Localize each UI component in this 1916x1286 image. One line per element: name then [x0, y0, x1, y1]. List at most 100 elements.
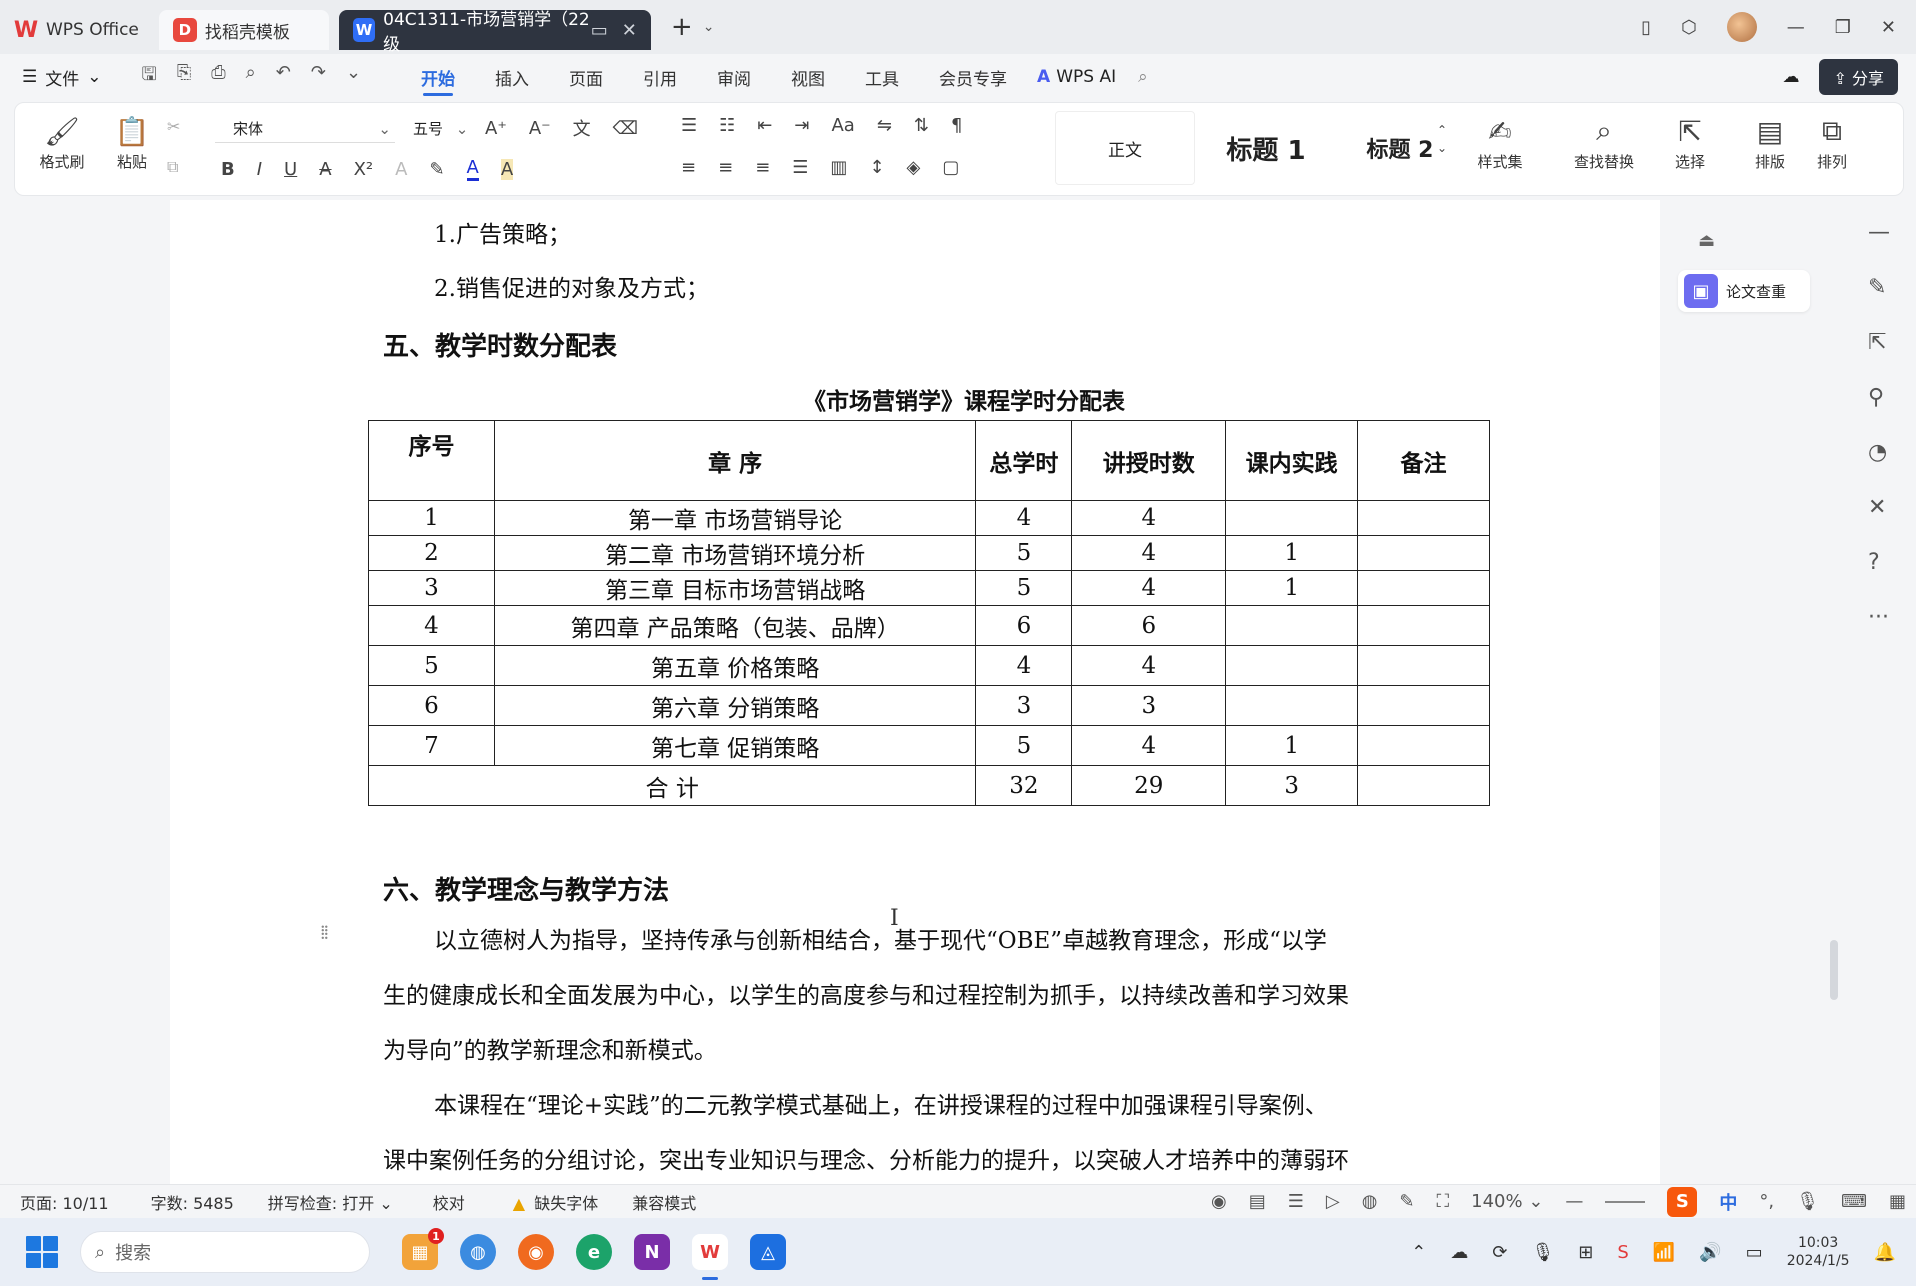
system-clock[interactable]: 10:03 2024/1/5 [1787, 1234, 1850, 1270]
help-icon[interactable]: ? [1868, 550, 1890, 575]
word-count[interactable]: 字数: 5485 [151, 1190, 234, 1214]
phonetic-guide-icon[interactable]: 文 [573, 115, 591, 141]
arrange-button[interactable]: ⧉ 排列 [1797, 111, 1867, 172]
wps-ai-button[interactable]: A WPS AI ⌕ [1037, 67, 1148, 87]
decrease-indent-icon[interactable]: ⇤ [757, 115, 772, 136]
calendar-app-icon[interactable]: ▦ 1 [402, 1228, 444, 1270]
file-menu[interactable]: ☰ 文件 ⌄ [22, 65, 102, 90]
copy-icon[interactable]: ⧉ [167, 157, 178, 177]
close-tab-icon[interactable]: ✕ [622, 20, 637, 41]
text-effect-icon[interactable]: A [395, 159, 407, 180]
find-replace-button[interactable]: ⌕ 查找替换 [1561, 111, 1647, 172]
restore-icon[interactable]: ❐ [1835, 17, 1851, 38]
layout-button[interactable]: ▤ 排版 [1735, 111, 1805, 172]
pen-mode-icon[interactable]: ✎ [1399, 1191, 1414, 1212]
play-icon[interactable]: ▷ [1326, 1191, 1340, 1212]
page-indicator[interactable]: 页面: 10/11 [20, 1190, 109, 1214]
menu-home[interactable]: 开始 [401, 54, 475, 100]
bullet-list-icon[interactable]: ☰ [681, 115, 697, 136]
edge-icon[interactable]: e [576, 1234, 612, 1270]
format-painter-button[interactable]: 🖌 格式刷 [27, 111, 97, 172]
line-spacing-icon[interactable]: ↕ [869, 157, 884, 178]
align-right-icon[interactable]: ≡ [755, 157, 770, 178]
decrease-font-icon[interactable]: A⁻ [529, 118, 551, 139]
adjust-icon[interactable]: ⚲ [1868, 385, 1890, 410]
globe-app-icon[interactable]: ◍ [460, 1234, 496, 1270]
style-scroll-up-icon[interactable]: ⌃ [1437, 123, 1447, 137]
underline-icon[interactable]: U [284, 159, 297, 180]
ime-tray-icon[interactable]: ⊞ [1578, 1242, 1593, 1263]
keyboard-icon[interactable]: ⌨ [1841, 1191, 1867, 1212]
increase-indent-icon[interactable]: ⇥ [794, 115, 809, 136]
menu-insert[interactable]: 插入 [475, 54, 549, 100]
style-normal[interactable]: 正文 [1055, 111, 1195, 185]
show-marks-icon[interactable]: ¶ [951, 115, 962, 136]
tab-wps-home[interactable]: W WPS Office [0, 10, 153, 50]
highlight-icon[interactable]: ✎ [429, 159, 444, 180]
ime-language[interactable]: 中 [1719, 1189, 1737, 1215]
share-button[interactable]: ⇪ 分享 [1819, 59, 1898, 95]
char-shading-icon[interactable]: A [500, 158, 514, 180]
strikethrough-icon[interactable]: A [319, 159, 331, 180]
microphone-icon[interactable]: 🎙 [1796, 1191, 1819, 1212]
taskbar-search[interactable]: ⌕ 搜索 [80, 1231, 370, 1273]
menu-view[interactable]: 视图 [771, 54, 845, 100]
document-page[interactable]: 1.广告策略； 2.销售促进的对象及方式； 五、教学时数分配表 《市场营销学》课… [170, 200, 1660, 1184]
cube-icon[interactable]: ⬡ [1681, 17, 1697, 38]
close-window-icon[interactable]: ✕ [1881, 17, 1896, 38]
numbered-list-icon[interactable]: ☷ [719, 115, 735, 136]
eye-protect-icon[interactable]: ◉ [1211, 1191, 1227, 1212]
zoom-out-icon[interactable]: — [1565, 1191, 1583, 1212]
distributed-icon[interactable]: ▥ [830, 157, 847, 178]
ime-grid-icon[interactable]: ▦ [1889, 1191, 1906, 1212]
chevron-up-icon[interactable]: ⌃ [1411, 1242, 1426, 1263]
customize-toolbar-icon[interactable]: ⌄ [346, 62, 361, 92]
style-heading-1[interactable]: 标题 1 [1201, 111, 1331, 185]
style-set-button[interactable]: ✍ 样式集 [1465, 111, 1535, 172]
text-direction-icon[interactable]: ⇋ [877, 115, 892, 136]
microphone-tray-icon[interactable]: 🎙 [1531, 1242, 1554, 1263]
tab-document[interactable]: W 04C1311-市场营销学（22级 ▭ ✕ [338, 10, 651, 55]
windows-start-icon[interactable] [26, 1236, 58, 1268]
undo-icon[interactable]: ↶ [276, 62, 291, 92]
pen-icon[interactable]: ✎ [1868, 275, 1890, 300]
monitor-icon[interactable]: ▭ [591, 20, 608, 41]
wps-taskbar-icon[interactable]: W [692, 1234, 728, 1280]
menu-member[interactable]: 会员专享 [919, 54, 1027, 100]
save-icon[interactable]: 🖫 [142, 62, 157, 92]
missing-font-button[interactable]: ▲ 缺失字体 [513, 1190, 598, 1214]
outline-view-icon[interactable]: ☰ [1288, 1191, 1304, 1212]
page-view-icon[interactable]: ▤ [1249, 1191, 1266, 1212]
refresh-icon[interactable]: ⟳ [1492, 1242, 1507, 1263]
zoom-slider[interactable] [1605, 1200, 1646, 1203]
web-view-icon[interactable]: ◍ [1362, 1191, 1378, 1212]
cut-icon[interactable]: ✂ [167, 117, 180, 136]
tab-list-dropdown-icon[interactable]: ⌄ [703, 19, 715, 35]
notification-center-icon[interactable]: 🔔 [1874, 1242, 1896, 1263]
battery-icon[interactable]: ▭ [1746, 1242, 1763, 1263]
font-size-select[interactable]: 五号 ⌄ [405, 115, 475, 143]
photos-app-icon[interactable]: ◬ [750, 1234, 786, 1270]
border-icon[interactable]: ▢ [942, 157, 959, 178]
new-tab-button[interactable]: + [671, 12, 693, 42]
onenote-icon[interactable]: N [634, 1234, 670, 1270]
paper-check-button[interactable]: ▣ 论文查重 [1678, 270, 1810, 312]
spell-check-toggle[interactable]: 拼写检查: 打开 ⌄ [268, 1190, 393, 1214]
cloud-icon[interactable]: ☁ [1782, 67, 1799, 87]
menu-references[interactable]: 引用 [623, 54, 697, 100]
tab-template[interactable]: D 找稻壳模板 [158, 10, 329, 50]
drag-handle-icon[interactable]: ⁞⁞ [320, 920, 329, 945]
vertical-scrollbar[interactable] [1830, 940, 1838, 1000]
font-color-icon[interactable]: A [466, 157, 479, 181]
select-button[interactable]: ⇱ 选择 [1655, 111, 1725, 172]
search-icon[interactable]: ⌕ [1138, 67, 1148, 87]
punctuation-icon[interactable]: °, [1759, 1191, 1774, 1212]
sogou-ime-icon[interactable]: S [1667, 1186, 1698, 1217]
increase-font-icon[interactable]: A⁺ [485, 118, 507, 139]
italic-icon[interactable]: I [257, 159, 262, 180]
print-preview-icon[interactable]: ⌕ [246, 62, 256, 92]
font-name-select[interactable]: 宋体 ⌄ [215, 115, 395, 143]
bold-icon[interactable]: B [221, 159, 235, 180]
style-scroll-down-icon[interactable]: ⌄ [1437, 141, 1447, 155]
print-icon[interactable]: ⎙ [211, 62, 225, 92]
